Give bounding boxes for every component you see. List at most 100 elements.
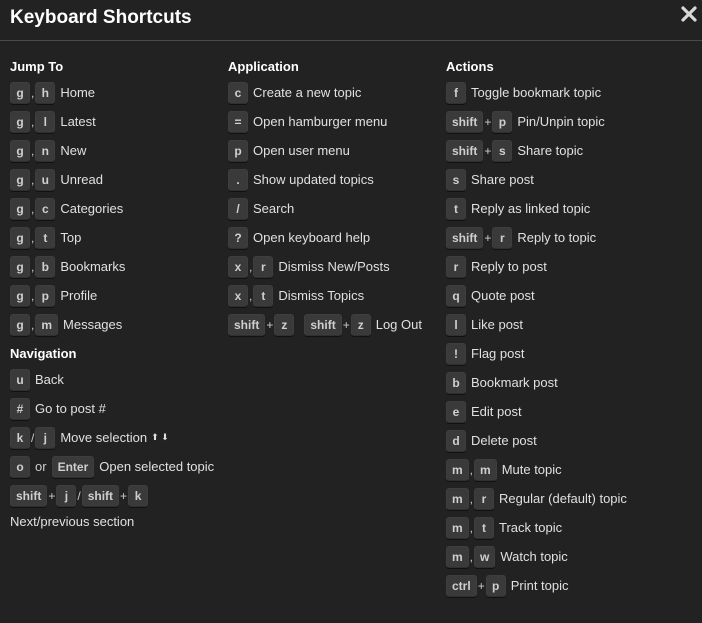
key: p — [485, 574, 506, 597]
close-x-icon — [681, 6, 697, 22]
actions-title: Actions — [446, 59, 494, 74]
shortcut-row: p Open user menu — [228, 136, 438, 165]
key: g — [10, 197, 30, 220]
shortcut-label: Delete post — [471, 433, 537, 448]
key: m — [35, 313, 59, 336]
shortcut-row: r Reply to post — [446, 252, 696, 281]
shortcut-row: = Open hamburger menu — [228, 107, 438, 136]
key: z — [350, 313, 371, 336]
key-separator: + — [484, 230, 492, 245]
key: ! — [446, 342, 466, 365]
key: shift — [446, 110, 484, 133]
key: q — [446, 284, 466, 307]
shortcut-go-to-post: # Go to post # — [10, 394, 220, 423]
actions-list: f Toggle bookmark topic shift + p Pin/Unpin t… — [446, 78, 696, 600]
shortcut-label: Open hamburger menu — [253, 114, 388, 129]
shortcut-row: shift + r Reply to topic — [446, 223, 696, 252]
shortcut-row: f Toggle bookmark topic — [446, 78, 696, 107]
shortcut-row: ctrl + p Print topic — [446, 571, 696, 600]
key-separator: + — [120, 488, 128, 503]
close-button[interactable] — [680, 5, 698, 23]
key: t — [474, 516, 495, 539]
key: g — [10, 255, 30, 278]
shortcut-row: d Delete post — [446, 426, 696, 455]
shortcut-label: Unread — [60, 172, 103, 187]
key: k — [10, 426, 30, 449]
key: l — [446, 313, 466, 336]
shortcut-row: ! Flag post — [446, 339, 696, 368]
key: k — [128, 484, 149, 507]
shortcut-label: Search — [253, 201, 295, 216]
shortcut-label: Share post — [471, 172, 534, 187]
shortcut-label: Open selected topic — [99, 459, 215, 474]
key: j — [56, 484, 77, 507]
shortcut-row: / Search — [228, 194, 438, 223]
key: b — [446, 371, 466, 394]
key: = — [228, 110, 248, 133]
key: f — [446, 81, 466, 104]
shortcut-label: Quote post — [471, 288, 535, 303]
key: ctrl — [446, 574, 477, 597]
shortcut-row: b Bookmark post — [446, 368, 696, 397]
modal-header: Keyboard Shortcuts — [0, 0, 702, 41]
key: u — [10, 368, 30, 391]
key: g — [10, 313, 30, 336]
key: r — [492, 226, 513, 249]
shortcut-row: g, t Top — [10, 223, 220, 252]
shortcut-row: e Edit post — [446, 397, 696, 426]
shortcut-label: Latest — [60, 114, 96, 129]
key: shift — [10, 484, 48, 507]
shortcut-log-out: shift + z shift + z Log Out — [228, 310, 438, 339]
key: z — [274, 313, 295, 336]
key: shift — [81, 484, 120, 507]
key-separator: + — [266, 317, 274, 332]
key: s — [446, 168, 466, 191]
shortcut-label: Messages — [63, 317, 123, 332]
jump-to-column: Jump To g, h Home g, l Latest g, n New g, u Unread g… — [10, 58, 220, 532]
key: m — [446, 458, 469, 481]
key-separator: / — [77, 488, 81, 503]
key: g — [10, 168, 30, 191]
shortcut-row: m, m Mute topic — [446, 455, 696, 484]
key: r — [253, 255, 274, 278]
shortcut-row: shift + s Share topic — [446, 136, 696, 165]
key: p — [228, 139, 248, 162]
key: . — [228, 168, 248, 191]
key: ? — [228, 226, 248, 249]
shortcut-label: Create a new topic — [253, 85, 362, 100]
key: r — [474, 487, 495, 510]
key: shift — [228, 313, 266, 336]
shortcut-label: Watch topic — [500, 549, 568, 564]
shortcut-label: Move selection — [60, 430, 148, 445]
up-down-arrows-icon: ⬆ ⬇ — [151, 432, 169, 442]
jump-to-list: g, h Home g, l Latest g, n New g, u Unread g, c Catego… — [10, 78, 220, 339]
shortcut-row: m, w Watch topic — [446, 542, 696, 571]
shortcut-label: Track topic — [499, 520, 563, 535]
shortcut-label: Share topic — [517, 143, 584, 158]
key: g — [10, 226, 30, 249]
key: u — [35, 168, 56, 191]
key: j — [35, 426, 56, 449]
shortcut-label: Next/previous section — [10, 513, 135, 529]
shortcut-label: Mute topic — [501, 462, 562, 477]
key: t — [35, 226, 56, 249]
key: h — [35, 81, 56, 104]
shortcut-label: Back — [35, 372, 64, 387]
key: x — [228, 284, 248, 307]
key-separator: + — [48, 488, 56, 503]
key: g — [10, 110, 30, 133]
jump-to-title: Jump To — [10, 59, 64, 74]
key: t — [446, 197, 466, 220]
shortcut-next-prev-section-keys: shift + j / shift + k — [10, 481, 220, 510]
key: r — [446, 255, 466, 278]
application-title: Application — [228, 59, 299, 74]
shortcut-row: m, t Track topic — [446, 513, 696, 542]
key: c — [35, 197, 56, 220]
key: m — [446, 487, 469, 510]
shortcut-label: Edit post — [471, 404, 522, 419]
key: b — [35, 255, 56, 278]
navigation-title: Navigation — [10, 346, 77, 361]
shortcut-label: Pin/Unpin topic — [517, 114, 605, 129]
shortcut-label: Like post — [471, 317, 524, 332]
key: n — [35, 139, 56, 162]
